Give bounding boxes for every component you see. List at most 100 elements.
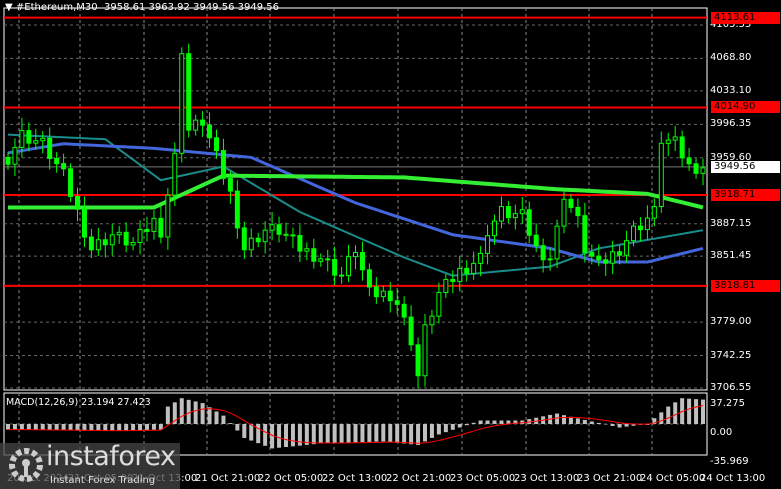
macd-histogram-bar <box>624 424 629 427</box>
candle-body <box>554 225 560 260</box>
macd-histogram-bar <box>659 412 664 424</box>
macd-histogram-bar <box>346 424 351 443</box>
macd-histogram-bar <box>179 398 184 424</box>
candle-body <box>179 53 185 154</box>
macd-histogram-bar <box>75 424 80 431</box>
macd-histogram-bar <box>256 424 261 444</box>
candle-body <box>227 177 233 192</box>
candle-body <box>88 236 94 251</box>
candle-body <box>373 286 379 298</box>
price-axis-label: 4033.10 <box>710 84 752 96</box>
macd-histogram-bar <box>381 424 386 442</box>
macd-histogram-bar <box>311 424 316 445</box>
symbol-label: #Ethereum,M30 <box>15 2 98 13</box>
macd-histogram-bar <box>701 399 705 424</box>
macd-histogram-bar <box>193 401 198 424</box>
candle-body <box>151 217 157 232</box>
time-axis-label: 23 Oct 05:00 <box>450 473 516 484</box>
candle-body <box>394 300 400 305</box>
macd-histogram-bar <box>589 421 594 424</box>
time-axis-label: 21 Oct 21:00 <box>195 473 261 484</box>
macd-title: MACD(12,26,9) 23.194 27.423 <box>6 397 151 408</box>
gear-icon <box>9 448 43 482</box>
candle-body <box>443 278 449 294</box>
macd-histogram-bar <box>325 424 330 444</box>
candle-body <box>207 124 213 139</box>
candle-body <box>610 251 616 264</box>
macd-histogram-bar <box>360 424 365 443</box>
level-price-tag: 4014.90 <box>711 101 780 114</box>
candle-body <box>318 258 324 262</box>
candle-body <box>193 119 199 131</box>
candle-body <box>471 262 477 274</box>
macd-histogram-bar <box>575 418 580 424</box>
candle-body <box>137 228 143 243</box>
macd-histogram-bar <box>436 424 441 435</box>
candle-body <box>158 217 164 238</box>
candle-body <box>533 234 539 247</box>
macd-histogram-bar <box>423 424 427 442</box>
candle-body <box>568 198 574 208</box>
candle-body <box>665 139 671 144</box>
candle-body <box>290 234 296 237</box>
macd-histogram-bar <box>186 399 191 424</box>
macd-histogram-bar <box>568 416 573 424</box>
candle-body <box>631 225 636 242</box>
candle-body <box>220 150 226 179</box>
macd-histogram-bar <box>290 424 295 447</box>
macd-histogram-bar <box>318 424 323 444</box>
macd-histogram-bar <box>117 424 122 431</box>
macd-histogram-bar <box>471 422 476 424</box>
candle-body <box>81 208 87 238</box>
logo-name: instaforex <box>46 441 176 472</box>
candle-body <box>582 215 588 253</box>
candle-body <box>75 196 80 210</box>
time-axis-label: 22 Oct 21:00 <box>386 473 452 484</box>
candle-body <box>311 248 317 262</box>
candle-body <box>12 146 18 165</box>
macd-histogram-bar <box>596 422 601 424</box>
macd-histogram-bar <box>131 424 136 431</box>
macd-histogram-bar <box>353 424 358 443</box>
macd-histogram-bar <box>40 424 45 431</box>
price-axis-label: 3851.45 <box>710 250 752 262</box>
candle-body <box>693 163 699 174</box>
macd-histogram-bar <box>332 424 337 444</box>
candle-body <box>589 251 595 257</box>
chart-window[interactable]: ▼ #Ethereum,M30 3958.61 3963.92 3949.56 … <box>0 0 781 489</box>
level-price-tag: 4113.61 <box>711 11 780 24</box>
candle-body <box>547 258 553 261</box>
candle-body <box>464 267 470 274</box>
macd-histogram-bar <box>617 424 622 428</box>
macd-histogram-bar <box>687 398 692 424</box>
candle-body <box>603 259 609 264</box>
candle-body <box>54 157 60 165</box>
time-axis-label: 22 Oct 05:00 <box>258 473 324 484</box>
macd-histogram-bar <box>395 424 400 443</box>
candle-body <box>40 137 46 142</box>
candle-body <box>679 136 685 159</box>
candle-body <box>492 220 497 237</box>
candle-body <box>422 324 428 377</box>
time-axis-label: 24 Oct 13:00 <box>700 473 766 484</box>
candle-body <box>241 227 247 251</box>
macd-histogram-bar <box>110 424 115 431</box>
level-price-tag: 3918.71 <box>711 188 780 201</box>
macd-histogram-bar <box>68 424 73 431</box>
candle-body <box>672 136 678 141</box>
candle-body <box>359 251 365 271</box>
macd-histogram-bar <box>367 424 372 442</box>
macd-histogram-bar <box>165 406 170 424</box>
candle-body <box>415 344 421 377</box>
macd-histogram-bar <box>145 424 149 430</box>
candle-body <box>144 228 150 232</box>
macd-axis-zero: 0.00 <box>710 427 733 438</box>
macd-histogram-bar <box>96 424 101 431</box>
candle-body <box>172 152 178 196</box>
chart-canvas[interactable] <box>0 0 781 489</box>
candle-body <box>61 163 67 170</box>
macd-histogram-bar <box>207 407 212 424</box>
macd-histogram-bar <box>19 424 24 430</box>
candle-body <box>644 217 650 231</box>
macd-histogram-bar <box>339 424 344 443</box>
